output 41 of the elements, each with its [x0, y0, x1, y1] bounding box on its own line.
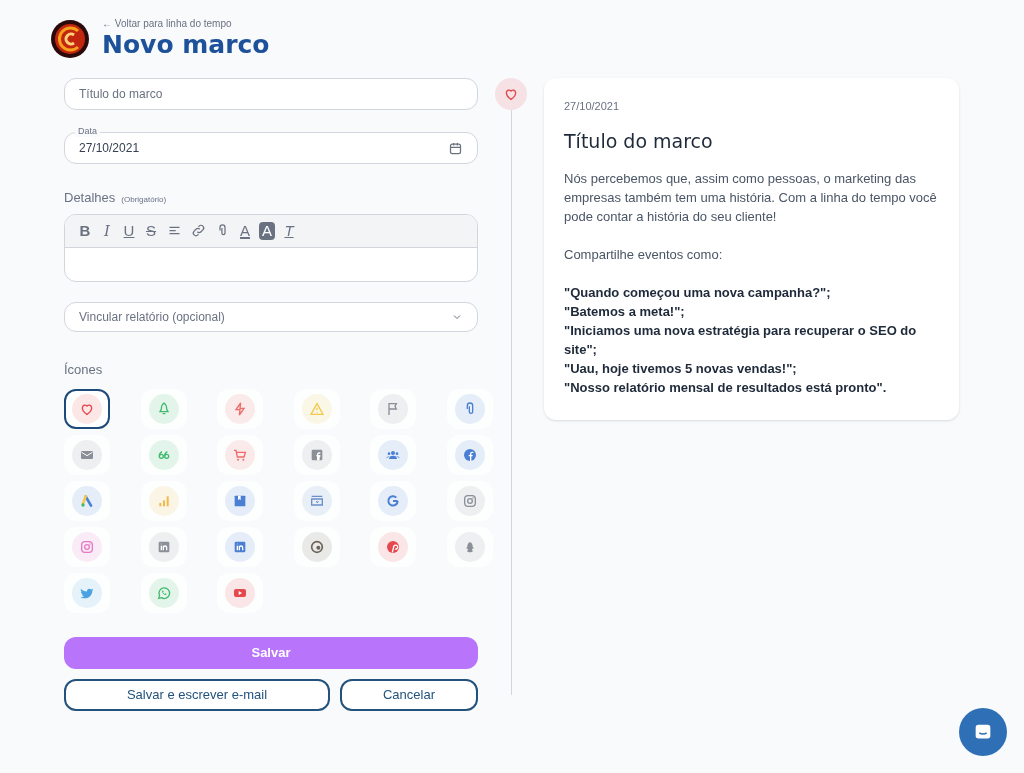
- format-button[interactable]: A: [237, 221, 253, 240]
- icon-option[interactable]: [64, 389, 110, 429]
- example-text: "Nosso relatório mensal de resultados está pronto".: [564, 379, 888, 397]
- chat-button[interactable]: [959, 708, 1007, 756]
- format-button[interactable]: T: [281, 221, 297, 240]
- preview-paragraph: Nós percebemos que, assim como pessoas, o marketing das empresas também tem uma história. Com a linha do tempo você pode contar a história do seu cliente!: [564, 170, 938, 226]
- example-text: "Quando começou uma nova campanha?";: [564, 284, 832, 302]
- save-and-email-button[interactable]: Salvar e escrever e-mail: [64, 679, 330, 711]
- preview-title: Título do marco: [564, 128, 714, 154]
- format-button[interactable]: U: [121, 221, 137, 240]
- calendar-icon: [448, 140, 463, 156]
- example-text: "Iniciamos uma nova estratégia para recuperar o SEO do site";: [564, 322, 918, 359]
- required-note: (Obrigatório): [121, 194, 167, 206]
- date-label: Data: [75, 125, 100, 137]
- heart-icon: [503, 86, 519, 102]
- preview-date: 27/10/2021: [564, 99, 621, 114]
- format-button[interactable]: B: [77, 221, 93, 240]
- icon-option[interactable]: [293, 527, 340, 567]
- cancel-button[interactable]: Cancelar: [340, 679, 478, 711]
- details-label: Detalhes: [64, 189, 116, 207]
- page-title: Novo marco: [102, 30, 270, 60]
- back-link[interactable]: ← Voltar para linha do tempo: [102, 18, 270, 30]
- preview-paragraph: Compartilhe eventos como:: [564, 246, 724, 264]
- rich-text-editor[interactable]: B I U S A A T: [64, 213, 478, 282]
- logo-icon: [50, 19, 90, 59]
- format-button[interactable]: A: [259, 221, 275, 240]
- example-text: "Batemos a meta!";: [564, 303, 686, 321]
- icon-option[interactable]: [446, 435, 493, 475]
- format-button[interactable]: S: [143, 221, 159, 240]
- icon-option[interactable]: [217, 573, 263, 613]
- icon-option[interactable]: [217, 527, 263, 567]
- title-field[interactable]: Título do marco: [64, 78, 478, 110]
- icon-option[interactable]: [217, 481, 263, 521]
- format-button[interactable]: I: [99, 221, 115, 240]
- example-text: "Uau, hoje tivemos 5 novas vendas!";: [564, 360, 798, 378]
- icon-option[interactable]: [370, 527, 416, 567]
- report-select[interactable]: Vincular relatório (opcional): [64, 301, 478, 332]
- link-icon: [190, 223, 206, 238]
- save-button[interactable]: Salvar: [64, 637, 478, 669]
- date-value: 27/10/2021: [79, 140, 140, 157]
- icons-label: Ícones: [64, 360, 104, 379]
